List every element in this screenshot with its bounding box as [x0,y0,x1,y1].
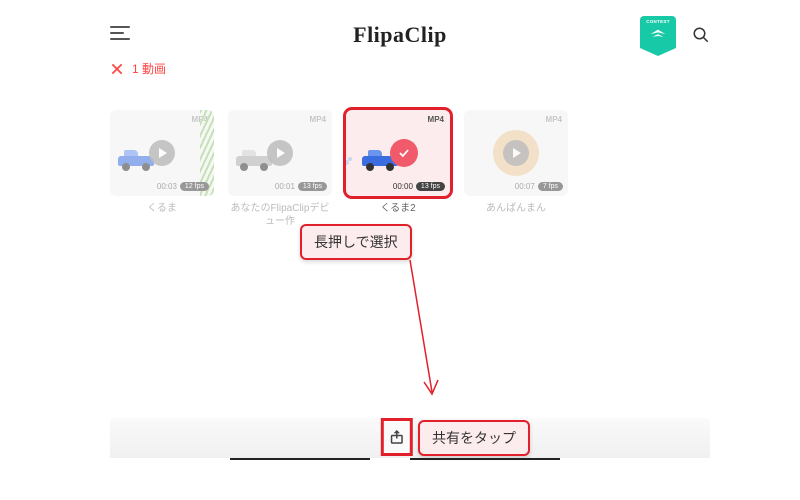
contest-badge-label: CONTEST [640,19,676,24]
duration: 00:07 [515,182,535,191]
play-icon [267,140,293,166]
selected-check-icon [390,139,418,167]
play-icon [149,140,175,166]
search-icon[interactable] [692,26,710,44]
format-badge: MP4 [310,115,326,124]
annotation-tap-share: 共有をタップ [418,420,530,456]
format-badge: MP4 [428,115,444,124]
movie-title: くるま [110,202,214,226]
movie-card[interactable]: MP4 00:01 13 fps あなたのFlipaClipデビュー作 [228,110,332,228]
annotation-long-press: 長押しで選択 [300,224,412,260]
duration: 00:00 [393,182,413,191]
movie-card[interactable]: MP4 00:07 7 fps あんぱんまん [464,110,568,228]
selection-bar: 1 動画 [110,60,166,77]
fps-badge: 12 fps [180,182,209,191]
selection-count: 1 動画 [132,60,166,77]
movie-title: くるま2 [346,202,450,226]
movie-grid: MP4 00:03 12 fps くるま MP4 00:01 13 fps あな… [110,110,568,228]
app-header: FlipaClip CONTEST [0,22,800,52]
movie-card[interactable]: MP4 00:03 12 fps くるま [110,110,214,228]
annotation-arrow [400,260,402,390]
duration: 00:01 [275,182,295,191]
fps-badge: 13 fps [298,182,327,191]
share-icon [388,428,406,446]
contest-badge[interactable]: CONTEST [640,16,676,56]
toolbar-divider [410,458,560,460]
close-selection-icon[interactable] [110,62,124,76]
format-badge: MP4 [546,115,562,124]
duration: 00:03 [157,182,177,191]
movie-card-selected[interactable]: MP4 00:00 13 fps くるま2 [346,110,450,228]
play-icon [503,140,529,166]
fps-badge: 7 fps [538,182,563,191]
menu-icon[interactable] [110,26,130,40]
fps-badge: 13 fps [416,182,445,191]
share-button[interactable] [381,418,413,456]
app-logo: FlipaClip [353,22,447,48]
toolbar-divider [230,458,370,460]
movie-title: あんぱんまん [464,202,568,226]
